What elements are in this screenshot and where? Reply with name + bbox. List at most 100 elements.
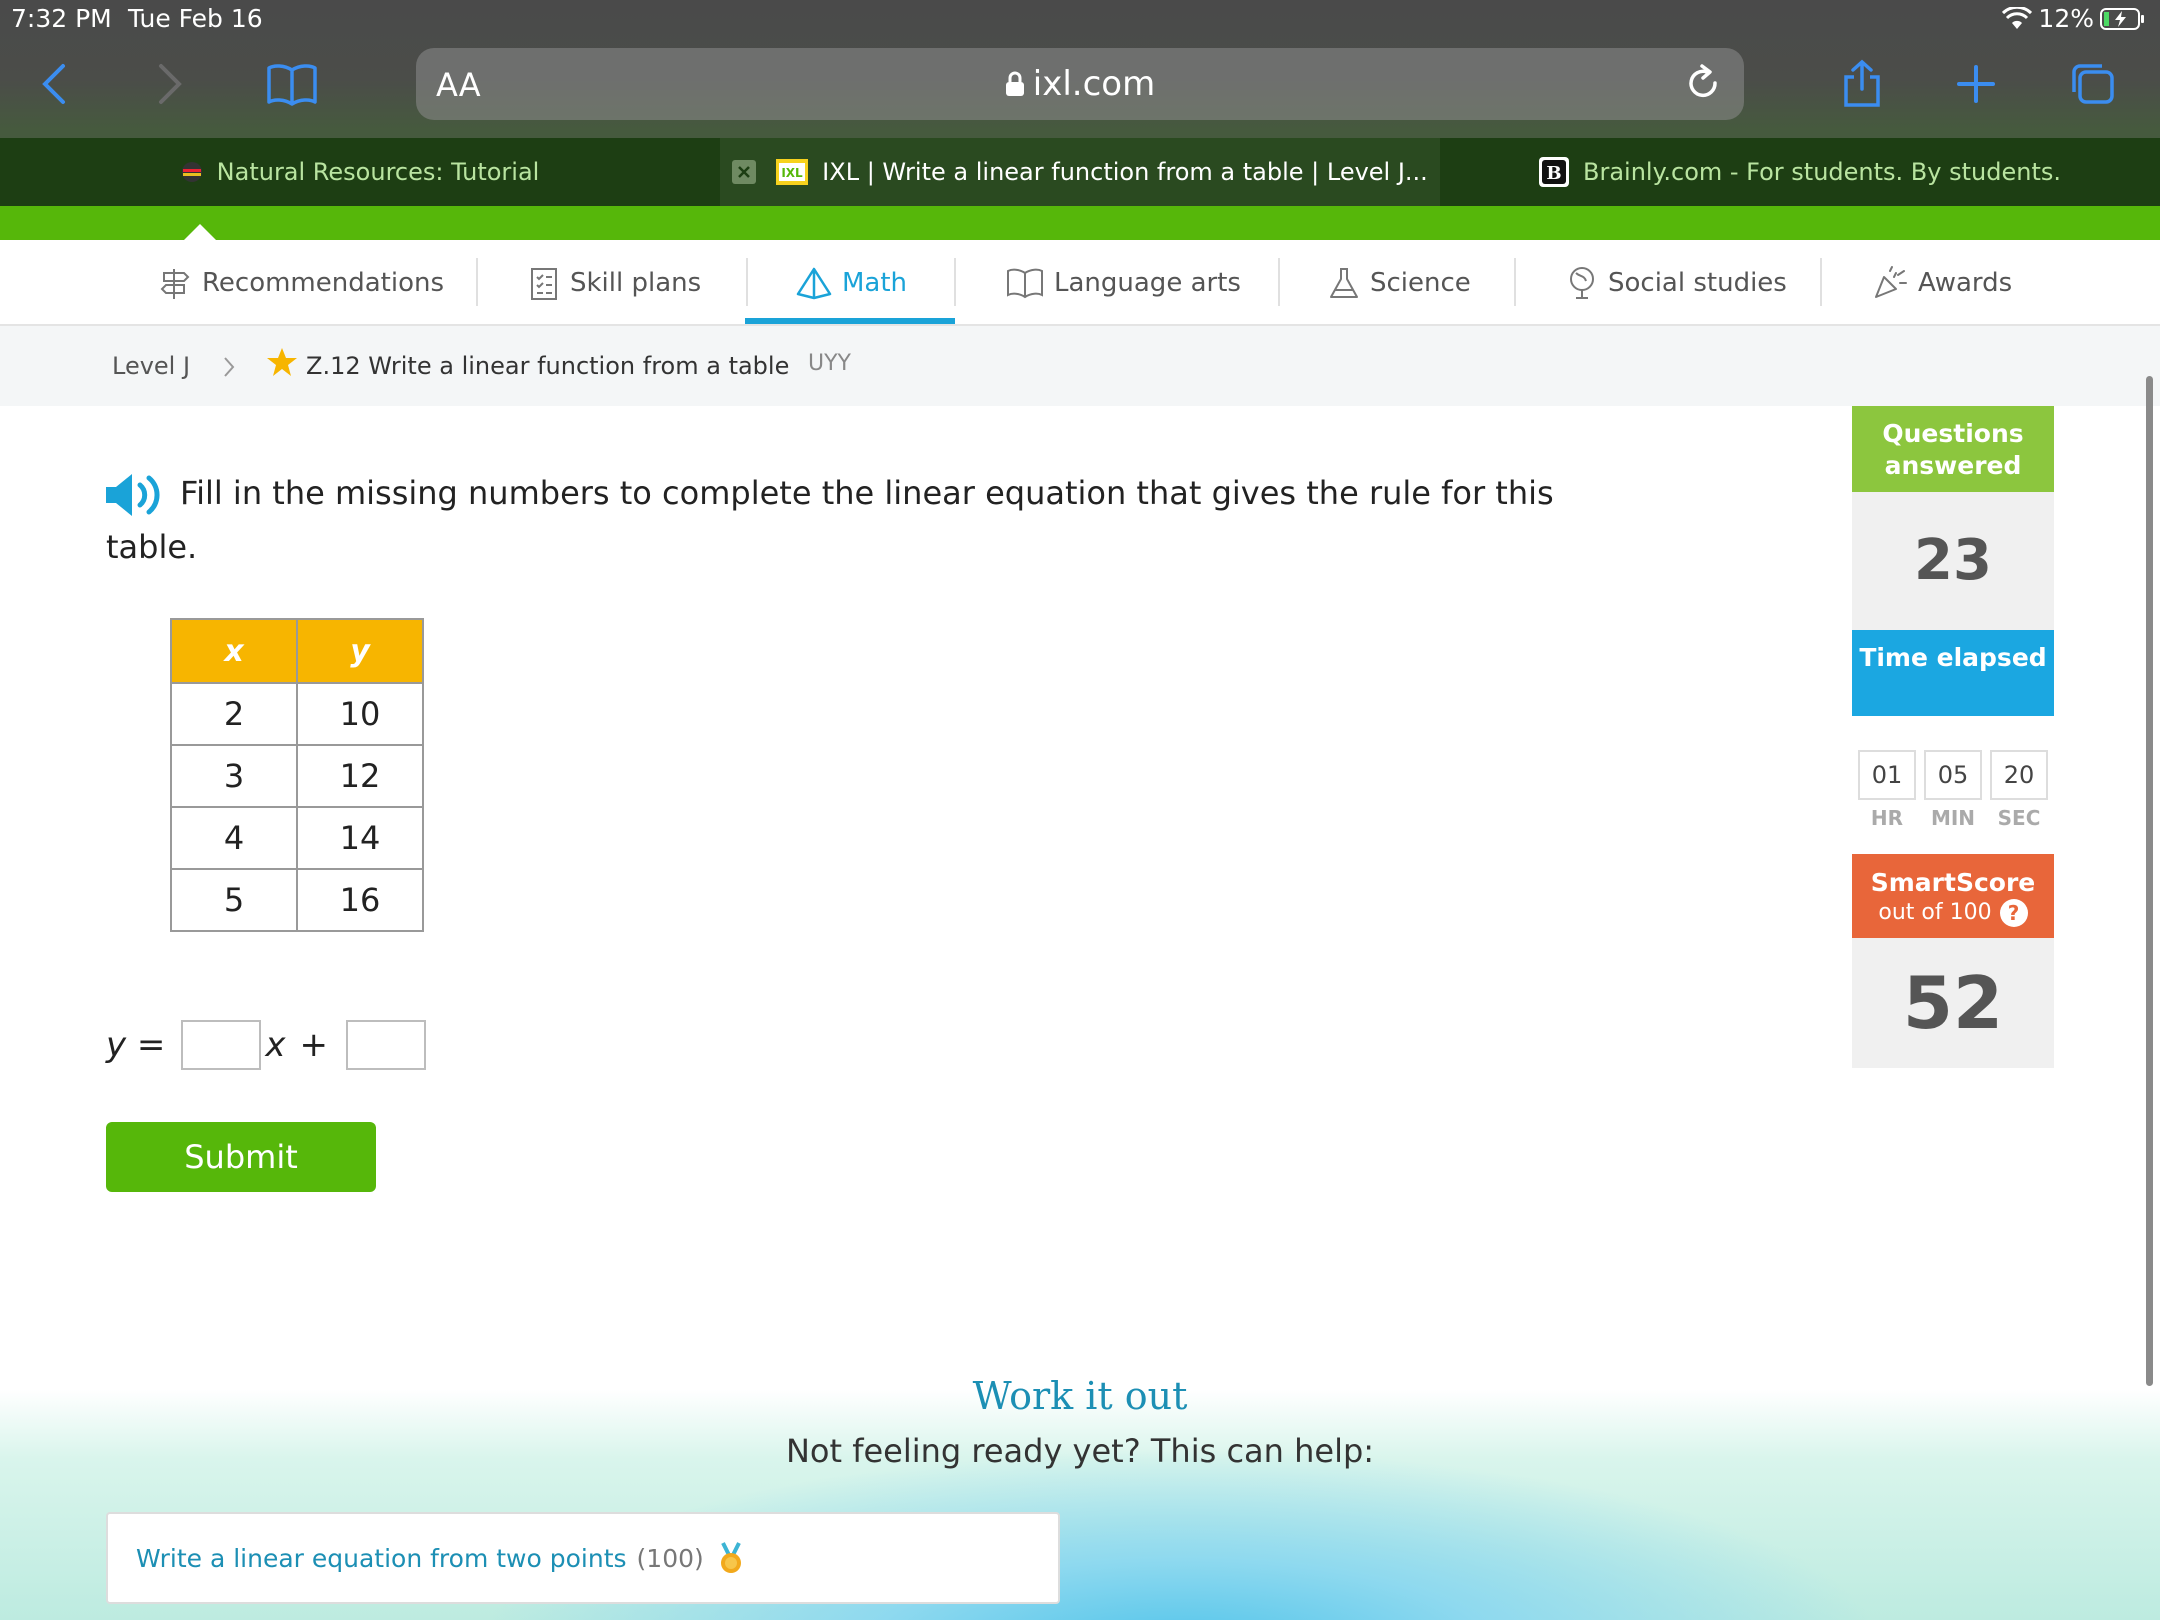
globe-icon bbox=[1570, 267, 1594, 299]
nav-label: Science bbox=[1370, 268, 1471, 298]
star-icon bbox=[267, 348, 297, 376]
table-cell: 12 bbox=[296, 744, 424, 808]
plus-icon bbox=[1957, 65, 1995, 103]
tab-ixl[interactable]: IXL IXL | Write a linear function from a… bbox=[720, 138, 1440, 206]
brainly-favicon-icon: B bbox=[1539, 157, 1569, 187]
browser-chrome: 7:32 PM Tue Feb 16 12% AA ixl.com Natura… bbox=[0, 0, 2160, 206]
tabs-icon bbox=[2072, 64, 2114, 104]
book-icon bbox=[267, 64, 317, 106]
svg-text:B: B bbox=[1546, 163, 1561, 184]
table-cell: 2 bbox=[170, 682, 298, 746]
wifi-icon bbox=[2002, 6, 2033, 29]
tab-label: Natural Resources: Tutorial bbox=[216, 158, 540, 186]
work-it-out-subtitle: Not feeling ready yet? This can help: bbox=[785, 1432, 1375, 1470]
equation-plus: + bbox=[299, 1025, 329, 1065]
breadcrumb-skill: Z.12 Write a linear function from a tabl… bbox=[306, 352, 790, 380]
table-row: 3 12 bbox=[170, 744, 424, 808]
slope-input[interactable] bbox=[181, 1020, 262, 1070]
address-bar[interactable]: AA ixl.com bbox=[416, 48, 1744, 120]
status-time: 7:32 PM bbox=[11, 4, 112, 33]
open-book-icon bbox=[1007, 268, 1043, 299]
questions-answered-count: 23 bbox=[1852, 492, 2054, 630]
breadcrumb: Level J Z.12 Write a linear function fro… bbox=[0, 326, 2160, 406]
nav-caret bbox=[184, 224, 216, 240]
ixl-green-bar bbox=[0, 206, 2160, 240]
reload-icon[interactable] bbox=[1682, 62, 1724, 104]
chevron-right-icon bbox=[224, 357, 235, 377]
timer-minutes: 05 bbox=[1924, 750, 1982, 800]
table-header-y: y bbox=[296, 618, 424, 684]
nav-label: Skill plans bbox=[570, 268, 702, 298]
question-prompt: Fill in the missing numbers to complete … bbox=[106, 474, 1554, 566]
equation-lhs: y = bbox=[106, 1025, 166, 1065]
nav-label: Math bbox=[842, 268, 908, 298]
skill-code: UYY bbox=[808, 351, 851, 376]
tab-label: IXL | Write a linear function from a tab… bbox=[822, 158, 1428, 186]
help-icon[interactable]: ? bbox=[1999, 899, 2028, 927]
smartscore-out-of: out of 100 bbox=[1878, 900, 1992, 925]
smartscore-title: SmartScore bbox=[1870, 868, 2036, 897]
forward-button[interactable] bbox=[140, 56, 200, 112]
table-cell: 5 bbox=[170, 868, 298, 932]
nav-math[interactable]: Math bbox=[796, 240, 907, 326]
chevron-left-icon bbox=[42, 64, 65, 104]
status-date: Tue Feb 16 bbox=[128, 4, 263, 33]
timer-hours-label: HR bbox=[1870, 806, 1904, 830]
url-text: ixl.com bbox=[1032, 64, 1156, 104]
breadcrumb-level[interactable]: Level J bbox=[112, 352, 190, 380]
tab-brainly[interactable]: B Brainly.com - For students. By student… bbox=[1440, 138, 2160, 206]
table-cell: 16 bbox=[296, 868, 424, 932]
subject-nav: Recommendations Skill plans Math Languag… bbox=[0, 240, 2160, 326]
nav-divider bbox=[1514, 258, 1516, 306]
intercept-input[interactable] bbox=[346, 1020, 427, 1070]
nav-divider bbox=[1278, 258, 1280, 306]
tab-strip: Natural Resources: Tutorial IXL IXL | Wr… bbox=[0, 138, 2160, 206]
nav-language-arts[interactable]: Language arts bbox=[1006, 240, 1241, 326]
time-elapsed-panel: 01 05 20 HR MIN SEC bbox=[1852, 716, 2054, 854]
close-tab-icon[interactable] bbox=[732, 160, 757, 184]
tab-natural-resources[interactable]: Natural Resources: Tutorial bbox=[0, 138, 720, 206]
nav-label: Awards bbox=[1918, 268, 2013, 298]
help-skill-card[interactable]: Write a linear equation from two points … bbox=[106, 1512, 1060, 1604]
table-cell: 4 bbox=[170, 806, 298, 870]
smartscore-subtitle: out of 100 ? bbox=[1852, 898, 2054, 928]
timer-hours: 01 bbox=[1858, 750, 1916, 800]
timer-seconds-label: SEC bbox=[1997, 806, 2041, 830]
active-tab-underline bbox=[745, 318, 955, 324]
tabs-overview-button[interactable] bbox=[2062, 56, 2122, 112]
checklist-icon bbox=[531, 268, 557, 300]
url-display[interactable]: ixl.com bbox=[416, 64, 1744, 104]
nav-label: Recommendations bbox=[202, 268, 445, 298]
nav-label: Language arts bbox=[1054, 268, 1241, 298]
party-popper-icon bbox=[1875, 266, 1907, 298]
table-header-row: x y bbox=[170, 618, 424, 684]
nav-divider bbox=[476, 258, 478, 306]
nav-skill-plans[interactable]: Skill plans bbox=[528, 240, 701, 326]
timer-minutes-label: MIN bbox=[1930, 806, 1976, 830]
nav-divider bbox=[954, 258, 956, 306]
page-scrollbar[interactable] bbox=[2146, 376, 2153, 1386]
back-button[interactable] bbox=[24, 56, 84, 112]
table-row: 2 10 bbox=[170, 682, 424, 746]
help-skill-link[interactable]: Write a linear equation from two points bbox=[136, 1544, 627, 1573]
xy-table: x y 2 10 3 12 4 14 5 16 bbox=[170, 618, 424, 932]
share-button[interactable] bbox=[1832, 56, 1892, 112]
smartscore-header: SmartScore out of 100 ? bbox=[1852, 854, 2054, 938]
natural-resources-favicon-icon bbox=[181, 162, 202, 182]
share-icon bbox=[1844, 59, 1880, 107]
nav-social-studies[interactable]: Social studies bbox=[1566, 240, 1787, 326]
nav-science[interactable]: Science bbox=[1328, 240, 1471, 326]
table-cell: 10 bbox=[296, 682, 424, 746]
new-tab-button[interactable] bbox=[1946, 56, 2006, 112]
equation-variable: x bbox=[265, 1025, 286, 1065]
submit-button[interactable]: Submit bbox=[106, 1122, 376, 1192]
lock-icon bbox=[1005, 71, 1024, 96]
nav-awards[interactable]: Awards bbox=[1872, 240, 2012, 326]
flask-icon bbox=[1330, 268, 1358, 298]
signpost-icon bbox=[160, 269, 190, 299]
nav-recommendations[interactable]: Recommendations bbox=[156, 240, 444, 326]
help-skill-score: (100) bbox=[636, 1543, 704, 1573]
bookmarks-button[interactable] bbox=[262, 56, 322, 112]
table-cell: 14 bbox=[296, 806, 424, 870]
table-header-x: x bbox=[170, 618, 298, 684]
